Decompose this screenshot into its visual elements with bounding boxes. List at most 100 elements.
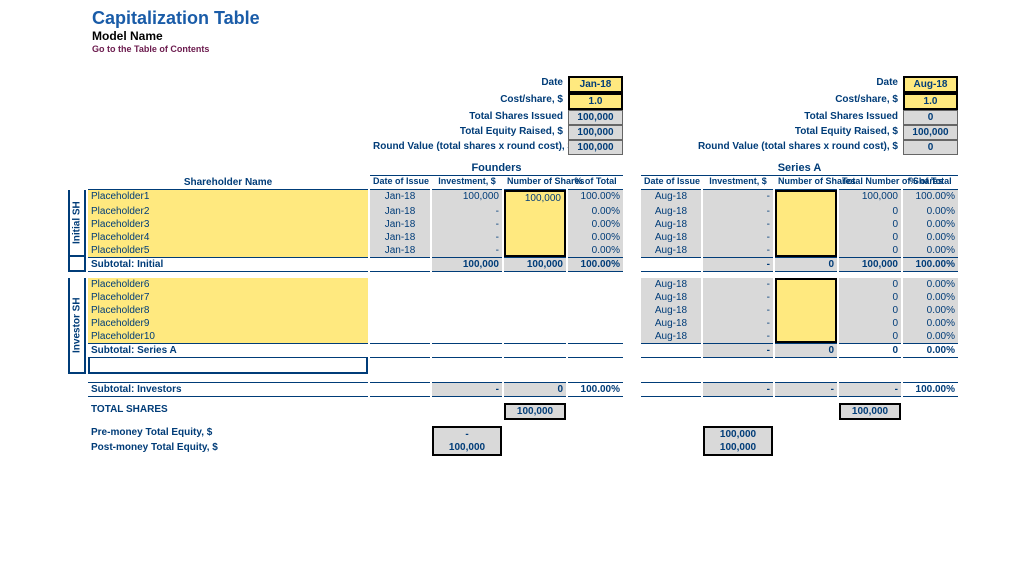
table-row[interactable]: Placeholder5 (88, 244, 368, 257)
pre-money-founders: - (432, 426, 502, 441)
subtotal-initial-label: Subtotal: Initial (88, 257, 368, 272)
table-row[interactable]: Placeholder7 (88, 291, 368, 304)
total-shares-seriesa: 100,000 (839, 403, 901, 420)
table-row[interactable]: Placeholder9 (88, 317, 368, 330)
cell: Aug-18 (641, 330, 701, 343)
cell: - (703, 304, 773, 317)
cell: Jan-18 (370, 218, 430, 231)
label-date-founders: Date (370, 76, 566, 93)
cell: Aug-18 (641, 244, 701, 257)
table-row[interactable]: Placeholder2 (88, 205, 368, 218)
pre-money-label: Pre-money Total Equity, $ (88, 426, 368, 441)
label-tshares-seriesa: Total Shares Issued (641, 110, 901, 125)
cell: - (703, 231, 773, 244)
table-row[interactable]: Placeholder8 (88, 304, 368, 317)
post-money-label: Post-money Total Equity, $ (88, 441, 368, 456)
cell: - (839, 382, 901, 397)
founders-tequity: 100,000 (568, 125, 623, 140)
table-row[interactable]: Placeholder3 (88, 218, 368, 231)
table-row[interactable]: Placeholder6 (88, 278, 368, 291)
seriesa-header: Series A (641, 161, 958, 176)
cell[interactable] (504, 218, 566, 231)
cell: - (703, 278, 773, 291)
cell[interactable]: 100,000 (504, 190, 566, 205)
cell: 100.00% (568, 190, 623, 205)
post-money-seriesa: 100,000 (703, 441, 773, 456)
cell: Aug-18 (641, 205, 701, 218)
cell[interactable] (775, 231, 837, 244)
cell: 0 (839, 278, 901, 291)
cell: 0.00% (903, 205, 958, 218)
seriesa-cost[interactable]: 1.0 (903, 93, 958, 110)
cell: Jan-18 (370, 244, 430, 257)
col-pct-a: % of Total (903, 176, 958, 190)
cell: - (703, 330, 773, 343)
page-title: Capitalization Table (92, 8, 1012, 29)
founders-date[interactable]: Jan-18 (568, 76, 623, 93)
cell[interactable] (775, 330, 837, 343)
seriesa-tequity: 100,000 (903, 125, 958, 140)
cell: 0.00% (903, 278, 958, 291)
cell: Aug-18 (641, 304, 701, 317)
cell: 100,000 (432, 190, 502, 205)
founders-header: Founders (370, 161, 623, 176)
initial-sh-label: Initial SH (68, 190, 86, 257)
col-date-f: Date of Issue (370, 176, 430, 190)
cell: - (703, 190, 773, 205)
seriesa-date[interactable]: Aug-18 (903, 76, 958, 93)
cell[interactable] (504, 231, 566, 244)
cell: 100.00% (903, 190, 958, 205)
cell: 0 (839, 317, 901, 330)
cell: - (432, 231, 502, 244)
cell: 100,000 (839, 190, 901, 205)
cell: 0 (839, 205, 901, 218)
label-cost-seriesa: Cost/share, $ (641, 93, 901, 110)
cell[interactable] (775, 205, 837, 218)
cell: 0.00% (568, 244, 623, 257)
cell: 0 (839, 231, 901, 244)
cell: - (703, 257, 773, 272)
cap-table-grid: Date Jan-18 Date Aug-18 Cost/share, $ 1.… (68, 76, 1012, 456)
cell: - (432, 205, 502, 218)
cell: - (432, 382, 502, 397)
table-row[interactable]: Placeholder10 (88, 330, 368, 343)
investor-sh-label: Investor SH (68, 278, 86, 374)
founders-cost[interactable]: 1.0 (568, 93, 623, 110)
cell: 100.00% (568, 382, 623, 397)
cell[interactable] (775, 278, 837, 291)
cell: 0.00% (903, 291, 958, 304)
cell[interactable] (775, 291, 837, 304)
cell: - (775, 382, 837, 397)
cell[interactable] (504, 244, 566, 257)
subtotal-seriesa-label: Subtotal: Series A (88, 343, 368, 358)
cell[interactable] (775, 304, 837, 317)
table-row[interactable]: Placeholder4 (88, 231, 368, 244)
cell: 0.00% (568, 205, 623, 218)
cell: 0 (839, 304, 901, 317)
cell: 0 (839, 218, 901, 231)
cell: Jan-18 (370, 205, 430, 218)
cell[interactable] (775, 317, 837, 330)
cell[interactable] (504, 205, 566, 218)
toc-link[interactable]: Go to the Table of Contents (92, 44, 1012, 54)
cell[interactable] (775, 218, 837, 231)
cell: 0.00% (903, 343, 958, 358)
cell[interactable] (775, 190, 837, 205)
cell: 100.00% (903, 382, 958, 397)
table-row[interactable]: Placeholder1 (88, 190, 368, 205)
cell: 100,000 (839, 257, 901, 272)
label-tshares-founders: Total Shares Issued (370, 110, 566, 125)
label-date-seriesa: Date (641, 76, 901, 93)
seriesa-rvalue: 0 (903, 140, 958, 155)
label-rvalue-founders: Round Value (total shares x round cost),… (370, 140, 566, 155)
subtotal-investors-label: Subtotal: Investors (88, 382, 368, 397)
cell: 0.00% (903, 244, 958, 257)
cell: 0 (839, 244, 901, 257)
cell: 100,000 (432, 257, 502, 272)
col-inv-a: Investment, $ (703, 176, 773, 190)
col-shares-f: Number of Shares (504, 176, 566, 190)
seriesa-tshares: 0 (903, 110, 958, 125)
cell: 100,000 (504, 257, 566, 272)
cell[interactable] (775, 244, 837, 257)
col-shareholder: Shareholder Name (88, 176, 368, 190)
